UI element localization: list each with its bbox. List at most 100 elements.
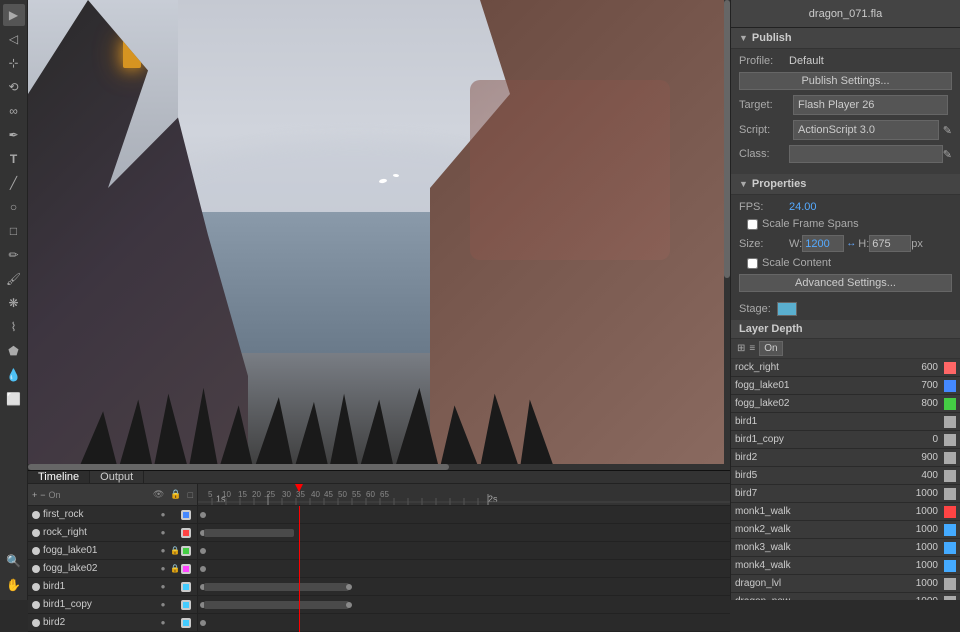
publish-settings-button[interactable]: Publish Settings...: [739, 72, 952, 90]
ld-row-rock-right[interactable]: rock_right 600: [731, 359, 960, 377]
tab-timeline[interactable]: Timeline: [28, 471, 90, 483]
tool-arrow[interactable]: ▶: [3, 4, 25, 26]
tool-oval[interactable]: ○: [3, 196, 25, 218]
tl-layer-bird2[interactable]: bird2 ●: [28, 614, 197, 632]
width-input[interactable]: [802, 235, 844, 252]
svg-text:55: 55: [352, 490, 361, 499]
tool-freeform[interactable]: ⊹: [3, 52, 25, 74]
track-bird2[interactable]: [198, 614, 730, 632]
layer-outline-first-rock[interactable]: [181, 510, 191, 520]
layer-outline-fogg-lake02[interactable]: [181, 564, 191, 574]
publish-section-header[interactable]: ▼ Publish: [731, 28, 960, 49]
layer-lock-bird2[interactable]: [169, 617, 181, 629]
scale-frame-checkbox[interactable]: [747, 219, 758, 230]
layer-lock-rock-right[interactable]: [169, 527, 181, 539]
tool-eyedrop[interactable]: 💧: [3, 364, 25, 386]
layer-lock-fogg-lake02[interactable]: 🔒: [169, 563, 181, 575]
tl-delete-layer-icon[interactable]: −: [40, 490, 45, 500]
layer-vis-bird1-copy[interactable]: ●: [157, 599, 169, 611]
ld-row-dragon-lvl[interactable]: dragon_lvl 1000: [731, 575, 960, 593]
tl-layer-fogg-lake02[interactable]: fogg_lake02 ● 🔒: [28, 560, 197, 578]
ld-row-monk4-walk[interactable]: monk4_walk 1000: [731, 557, 960, 575]
tool-eraser[interactable]: ⬜: [3, 388, 25, 410]
ld-row-monk3-walk[interactable]: monk3_walk 1000: [731, 539, 960, 557]
ld-row-bird1-copy[interactable]: bird1_copy 0: [731, 431, 960, 449]
layer-vis-first-rock[interactable]: ●: [157, 509, 169, 521]
layer-outline-bird2[interactable]: [181, 618, 191, 628]
ld-row-fogg-lake02[interactable]: fogg_lake02 800: [731, 395, 960, 413]
layer-depth-header: Layer Depth: [731, 320, 960, 339]
layer-lock-bird1[interactable]: [169, 581, 181, 593]
tool-pencil[interactable]: ✏: [3, 244, 25, 266]
tl-layer-first-rock[interactable]: first_rock ●: [28, 506, 197, 524]
script-select[interactable]: ActionScript 3.0: [793, 120, 939, 140]
ld-row-bird7[interactable]: bird7 1000: [731, 485, 960, 503]
tl-layer-fogg-lake01[interactable]: fogg_lake01 ● 🔒: [28, 542, 197, 560]
tool-bone[interactable]: ⌇: [3, 316, 25, 338]
ld-list-icon[interactable]: ≡: [749, 343, 755, 354]
layer-vis-bird2[interactable]: ●: [157, 617, 169, 629]
keyframe-dot-end: [346, 584, 352, 590]
layer-lock-first-rock[interactable]: [169, 509, 181, 521]
tool-subselect[interactable]: ◁: [3, 28, 25, 50]
track-fogg-lake01[interactable]: [198, 542, 730, 560]
layer-vis-fogg-lake02[interactable]: ●: [157, 563, 169, 575]
scale-content-checkbox[interactable]: [747, 258, 758, 269]
tool-pen[interactable]: ✒: [3, 124, 25, 146]
tab-output[interactable]: Output: [90, 471, 144, 483]
ld-color-monk3-walk: [944, 542, 956, 554]
playhead-line: [299, 506, 300, 632]
track-bird1-copy[interactable]: [198, 596, 730, 614]
target-select[interactable]: Flash Player 26: [793, 95, 948, 115]
layer-outline-bird1-copy[interactable]: [181, 600, 191, 610]
canvas-hscroll[interactable]: [28, 464, 730, 470]
script-edit-icon[interactable]: ✎: [943, 124, 952, 137]
ld-row-bird2[interactable]: bird2 900: [731, 449, 960, 467]
class-edit-icon[interactable]: ✎: [943, 148, 952, 161]
tool-zoom[interactable]: 🔍: [3, 550, 25, 572]
properties-section-header[interactable]: ▼ Properties: [731, 174, 960, 195]
layer-outline-rock-right[interactable]: [181, 528, 191, 538]
track-rock-right[interactable]: [198, 524, 730, 542]
layer-lock-fogg-lake01[interactable]: 🔒: [169, 545, 181, 557]
layer-vis-fogg-lake01[interactable]: ●: [157, 545, 169, 557]
tool-rect[interactable]: □: [3, 220, 25, 242]
canvas-vscroll[interactable]: [724, 0, 730, 464]
track-fogg-lake02[interactable]: [198, 560, 730, 578]
layer-vis-rock-right[interactable]: ●: [157, 527, 169, 539]
tl-add-layer-icon[interactable]: +: [32, 490, 37, 500]
tool-brush[interactable]: 🖌: [3, 268, 25, 290]
layer-outline-bird1[interactable]: [181, 582, 191, 592]
class-input[interactable]: [789, 145, 943, 163]
ld-row-bird1[interactable]: bird1: [731, 413, 960, 431]
height-input[interactable]: [869, 235, 911, 252]
link-dimensions-icon[interactable]: ↔: [846, 238, 856, 249]
ld-depth-monk3-walk: 1000: [902, 542, 942, 553]
tl-layer-bird1-copy[interactable]: bird1_copy ●: [28, 596, 197, 614]
track-first-rock[interactable]: [198, 506, 730, 524]
layer-outline-fogg-lake01[interactable]: [181, 546, 191, 556]
ld-row-bird5[interactable]: bird5 400: [731, 467, 960, 485]
tl-layer-bird1[interactable]: bird1 ●: [28, 578, 197, 596]
tool-lasso[interactable]: ∞: [3, 100, 25, 122]
ld-color-bird5: [944, 470, 956, 482]
layer-lock-bird1-copy[interactable]: [169, 599, 181, 611]
layer-vis-bird1[interactable]: ●: [157, 581, 169, 593]
tool-deco[interactable]: ❋: [3, 292, 25, 314]
ld-row-dragon-new[interactable]: dragon_new 1000: [731, 593, 960, 600]
tool-line[interactable]: ╱: [3, 172, 25, 194]
ld-row-fogg-lake01[interactable]: fogg_lake01 700: [731, 377, 960, 395]
ld-row-monk2-walk[interactable]: monk2_walk 1000: [731, 521, 960, 539]
timeline-content: + − On 👁 🔒 □ first_rock ●: [28, 484, 730, 632]
ld-on-toggle[interactable]: On: [759, 341, 782, 356]
ld-row-monk1-walk[interactable]: monk1_walk 1000: [731, 503, 960, 521]
tool-3d[interactable]: ⟲: [3, 76, 25, 98]
advanced-settings-button[interactable]: Advanced Settings...: [739, 274, 952, 292]
tool-paint[interactable]: ⬟: [3, 340, 25, 362]
ld-grid-icon[interactable]: ⊞: [737, 343, 745, 354]
tool-hand[interactable]: ✋: [3, 574, 25, 596]
tool-text[interactable]: T: [3, 148, 25, 170]
stage-color-swatch[interactable]: [777, 302, 797, 316]
tl-layer-rock-right[interactable]: rock_right ●: [28, 524, 197, 542]
track-bird1[interactable]: [198, 578, 730, 596]
